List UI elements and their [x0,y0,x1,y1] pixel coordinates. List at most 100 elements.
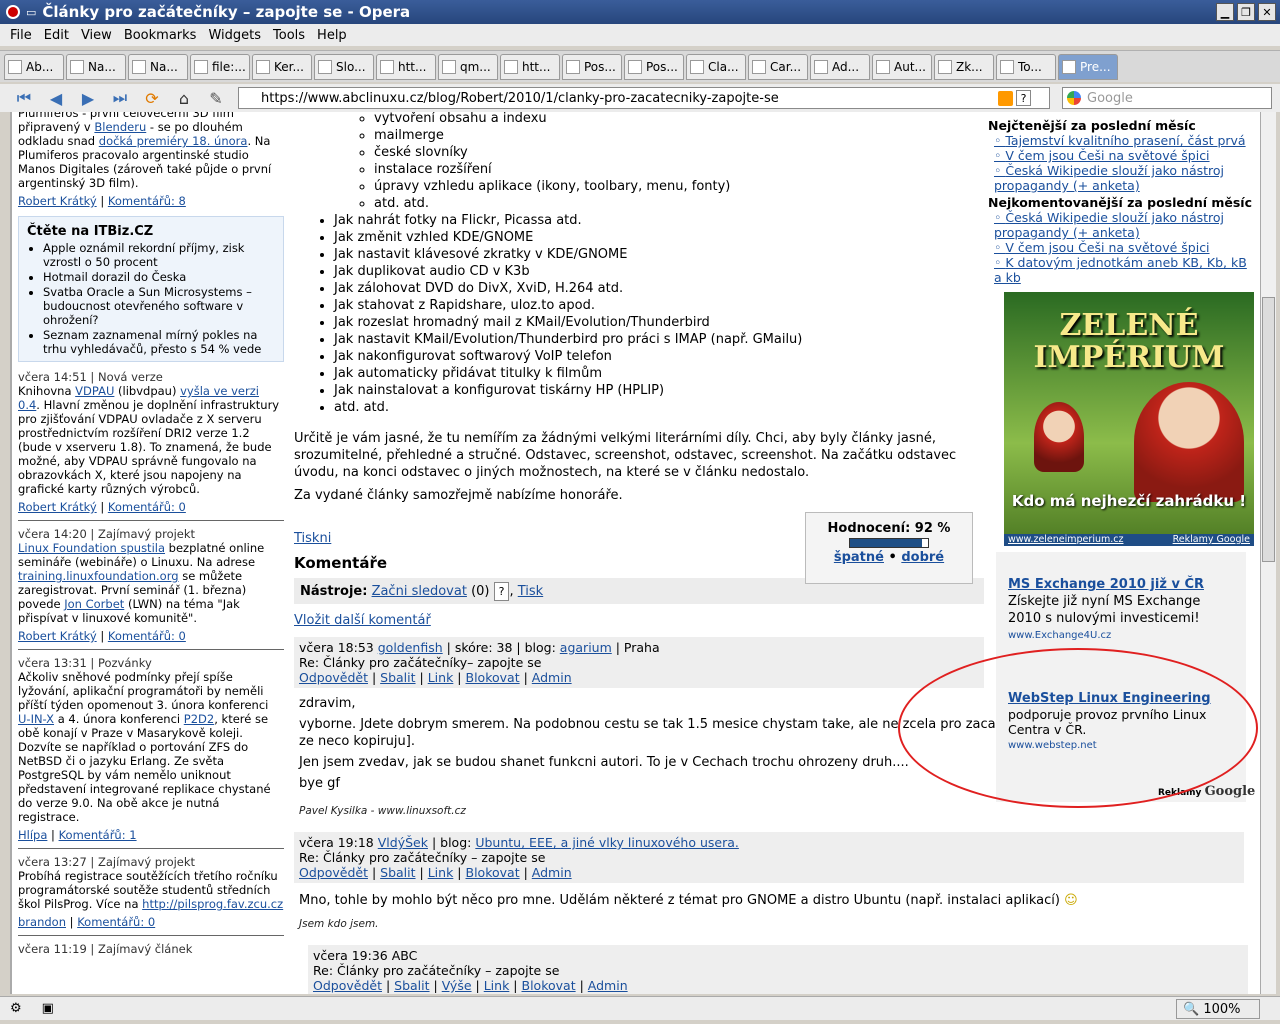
banner-url[interactable]: www.zeleneimperium.cz [1008,534,1123,546]
close-button[interactable]: ✕ [1258,3,1276,21]
author-link[interactable]: Robert Krátký [18,194,97,208]
minimize-button[interactable]: ▁ [1216,3,1234,21]
home-icon[interactable]: ⌂ [170,86,198,110]
print-link[interactable]: Tiskni [294,531,331,546]
tab[interactable]: htt... [376,53,436,80]
comment-action-link[interactable]: Admin [588,978,628,993]
search-field[interactable]: Google [1062,87,1272,109]
add-comment-link[interactable]: Vložit další komentář [294,613,431,628]
list-item[interactable]: V čem jsou Češi na světové špici [994,240,1256,255]
tab[interactable]: Na... [66,53,126,80]
comment-action-link[interactable]: Sbalit [394,978,429,993]
reload-icon[interactable]: ⟳ [138,86,166,110]
menu-bookmarks[interactable]: Bookmarks [118,28,203,43]
author-link[interactable]: Robert Krátký [18,500,97,514]
comment-action-link[interactable]: Odpovědět [299,670,368,685]
user-link[interactable]: goldenfish [378,640,443,655]
ad-webstep[interactable]: WebStep Linux Engineering podporuje prov… [996,690,1246,754]
menu-tools[interactable]: Tools [267,28,311,43]
author-link[interactable]: brandon [18,915,66,929]
blog-link[interactable]: Ubuntu, EEE, a jiné vlky linuxového user… [475,835,739,850]
banner-ads-label[interactable]: Reklamy Google [1173,534,1250,546]
google-ads-label[interactable]: Reklamy Google [1158,784,1255,799]
jon-corbet-link[interactable]: Jon Corbet [64,597,124,611]
print-link[interactable]: Tisk [518,583,543,600]
tab[interactable]: Zk... [934,53,994,80]
list-item[interactable]: Tajemství kvalitního prasení, část prvá [994,133,1256,148]
tab[interactable]: Pos... [562,53,622,80]
rate-good-link[interactable]: dobré [901,550,944,565]
comment-action-link[interactable]: Odpovědět [313,978,382,993]
comment-action-link[interactable]: Link [428,865,454,880]
p2d2-link[interactable]: P2D2 [184,712,214,726]
comment-action-link[interactable]: Odpovědět [299,865,368,880]
linux-foundation-link[interactable]: Linux Foundation spustila [18,541,165,555]
rate-bad-link[interactable]: špatné [834,550,884,565]
comments-link[interactable]: Komentářů: 0 [77,915,155,929]
comments-link[interactable]: Komentářů: 1 [59,828,137,842]
uinx-link[interactable]: U-IN-X [18,712,54,726]
user-link[interactable]: VldýŠek [378,835,428,850]
ad-url[interactable]: www.webstep.net [1008,737,1234,754]
tab[interactable]: Aut... [872,53,932,80]
author-link[interactable]: Robert Krátký [18,629,97,643]
tab[interactable]: To... [996,53,1056,80]
tab[interactable]: Ad... [810,53,870,80]
comment-action-link[interactable]: Sbalit [380,670,415,685]
ad-url[interactable]: www.Exchange4U.cz [1008,627,1234,644]
ad-exchange[interactable]: MS Exchange 2010 již v ČR Získejte již n… [996,576,1246,644]
fast-forward-icon[interactable]: ⏭ [106,86,134,110]
menu-widgets[interactable]: Widgets [202,28,267,43]
tab[interactable]: file:... [190,53,250,80]
follow-link[interactable]: Začni sledovat [372,583,467,600]
author-link[interactable]: Hlípa [18,828,47,842]
tab[interactable]: Pos... [624,53,684,80]
ad-title[interactable]: MS Exchange 2010 již v ČR [1008,576,1234,593]
blender-link[interactable]: Blenderu [94,120,146,134]
zelene-imperium-banner[interactable]: ZELENÉ IMPÉRIUM Kdo má nejhezčí zahrádku… [1004,292,1254,544]
vdpau-link[interactable]: VDPAU [75,384,114,398]
list-item[interactable]: Česká Wikipedie slouží jako nástroj prop… [994,163,1256,193]
window-menu-icon[interactable]: ▭ [26,6,36,19]
help-icon[interactable]: ? [1016,90,1031,106]
tab[interactable]: Cla... [686,53,746,80]
rewind-icon[interactable]: ⏮ [10,86,38,110]
comment-action-link[interactable]: Sbalit [380,865,415,880]
training-link[interactable]: training.linuxfoundation.org [18,569,179,583]
comments-link[interactable]: Komentářů: 0 [108,500,186,514]
comment-action-link[interactable]: Blokovat [466,670,520,685]
menu-view[interactable]: View [75,28,118,43]
tab[interactable]: Car... [748,53,808,80]
tab[interactable]: Slo... [314,53,374,80]
panel-icon[interactable]: ▣ [42,1001,54,1016]
menu-edit[interactable]: Edit [38,28,75,43]
menu-help[interactable]: Help [311,28,353,43]
comment-action-link[interactable]: Výše [442,978,472,993]
rss-icon[interactable] [998,91,1013,106]
comment-action-link[interactable]: Blokovat [522,978,576,993]
tab[interactable]: qm... [438,53,498,80]
pilsprog-link[interactable]: http://pilsprog.fav.zcu.cz [142,897,283,911]
comments-link[interactable]: Komentářů: 0 [108,629,186,643]
list-item[interactable]: K datovým jednotkám aneb KB, Kb, kB a kb [994,255,1256,285]
maximize-button[interactable]: ❐ [1237,3,1255,21]
zoom-control[interactable]: 🔍 100% [1176,999,1260,1019]
comment-action-link[interactable]: Blokovat [466,865,520,880]
comment-action-link[interactable]: Admin [532,670,572,685]
blog-link[interactable]: agarium [560,640,612,655]
wand-icon[interactable]: ✎ [202,86,230,110]
comment-action-link[interactable]: Link [428,670,454,685]
help-button[interactable]: ? [493,581,510,601]
menu-file[interactable]: File [4,28,38,43]
list-item[interactable]: Česká Wikipedie slouží jako nástroj prop… [994,210,1256,240]
forward-icon[interactable]: ▶ [74,86,102,110]
vertical-scrollbar[interactable] [1260,112,1276,994]
tab[interactable]: Na... [128,53,188,80]
comments-link[interactable]: Komentářů: 8 [108,194,186,208]
tab[interactable]: Ab... [4,53,64,80]
back-icon[interactable]: ◀ [42,86,70,110]
ad-title[interactable]: WebStep Linux Engineering [1008,690,1234,707]
comment-action-link[interactable]: Admin [532,865,572,880]
scrollbar-thumb[interactable] [1262,297,1275,562]
tab[interactable]: Pre... [1058,53,1118,80]
